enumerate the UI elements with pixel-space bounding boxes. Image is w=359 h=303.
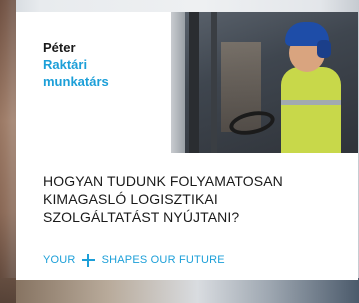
forklift-driver-photo	[171, 12, 358, 153]
headline-question: HOGYAN TUDUNK FOLYAMATOSAN KIMAGASLÓ LOG…	[43, 173, 283, 225]
plus-icon	[81, 253, 95, 267]
photo-beam	[189, 12, 199, 153]
photo-earmuff	[317, 40, 331, 58]
photo-beam-secondary	[211, 12, 217, 153]
tagline-right: SHAPES OUR FUTURE	[101, 254, 225, 266]
tagline[interactable]: YOUR SHAPES OUR FUTURE	[43, 252, 225, 268]
background-edge	[0, 0, 16, 303]
background-floor	[0, 278, 359, 303]
person-name: Péter	[43, 40, 76, 55]
photo-pole	[171, 12, 185, 153]
tagline-left: YOUR	[43, 254, 76, 266]
photo-worker-vest	[281, 67, 341, 153]
photo-vest-stripe	[281, 100, 341, 105]
person-role: Raktári munkatárs	[43, 57, 109, 89]
